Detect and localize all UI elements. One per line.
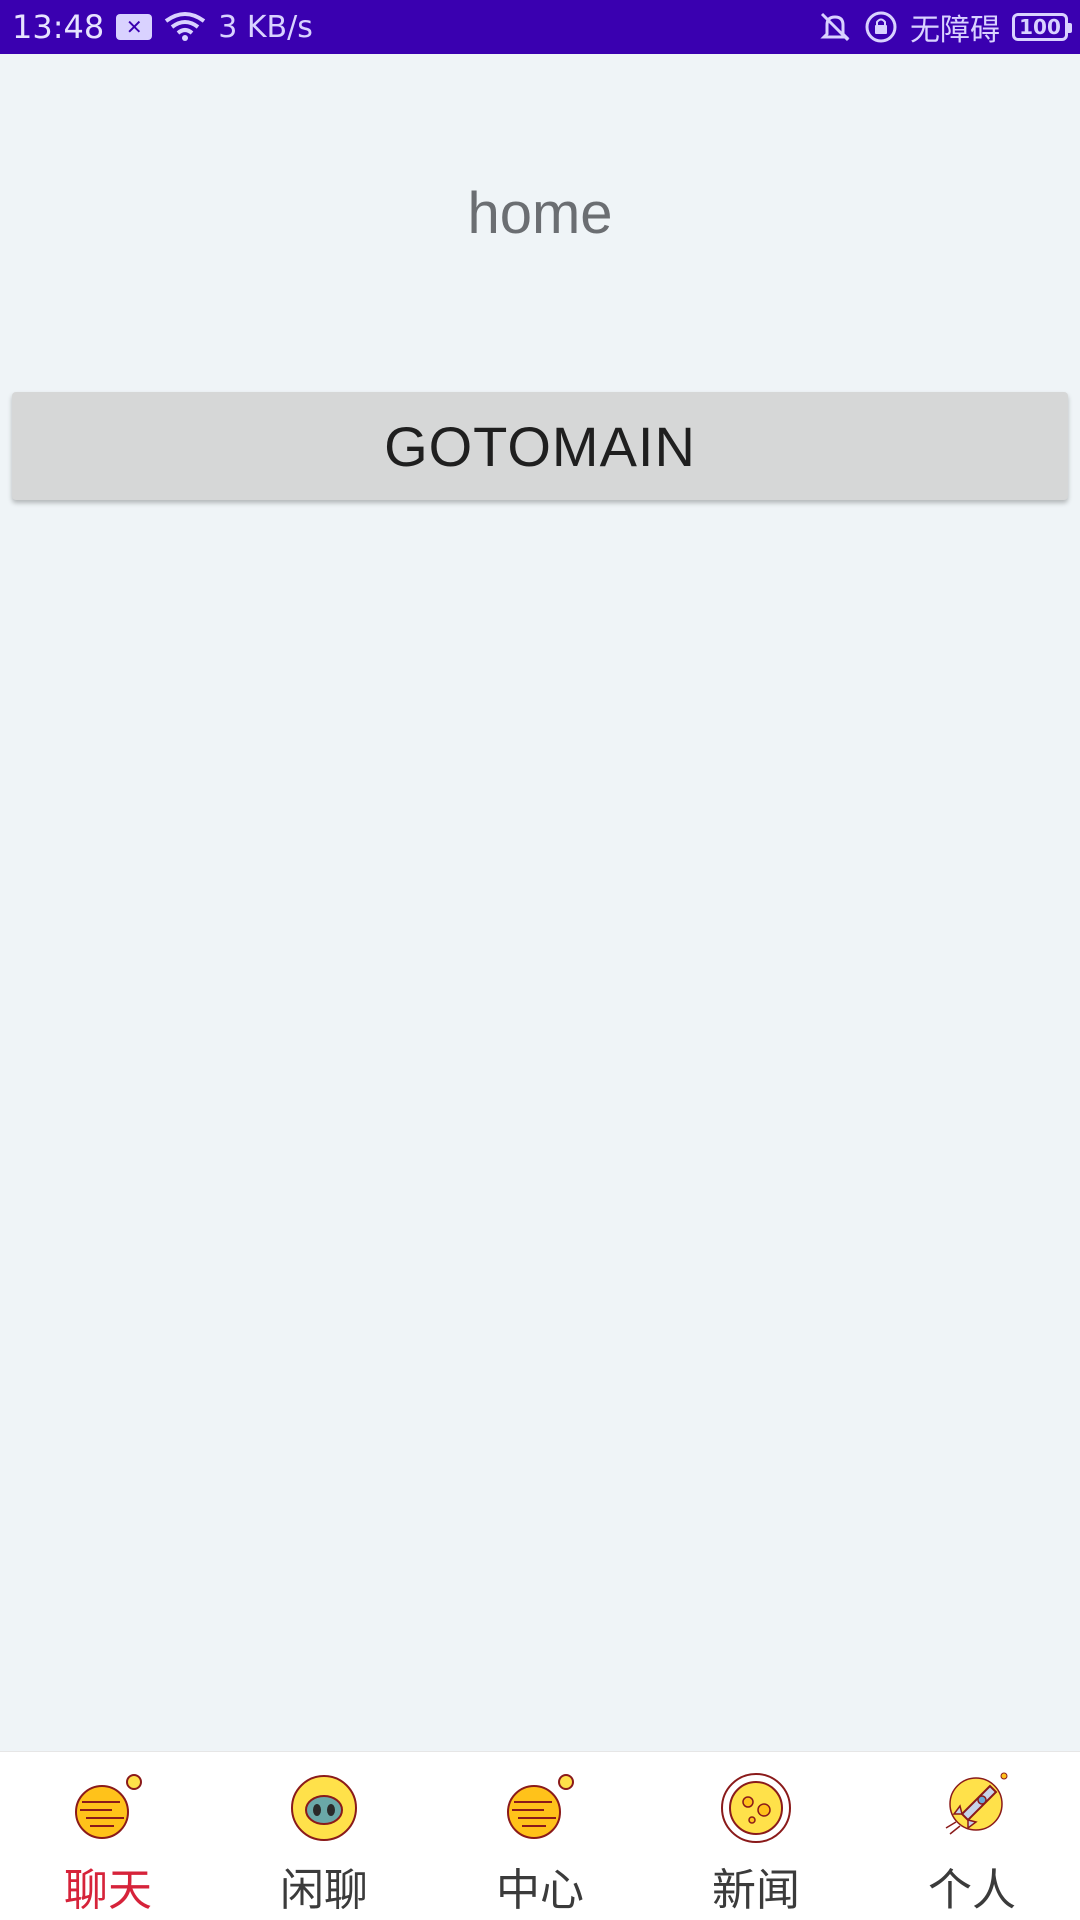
rocket-icon <box>945 1772 1008 1835</box>
alien-icon <box>291 1775 357 1841</box>
page-title: home <box>467 181 613 246</box>
status-bar-right: 无障碍 100 <box>818 5 1072 49</box>
notification-icon: ✕ <box>116 14 153 40</box>
status-bar: 13:48 ✕ 3 KB/s 无障碍 100 <box>0 0 1080 54</box>
nav-label: 个人 <box>928 1865 1016 1916</box>
bottom-nav: 聊天 闲聊 中心 新闻 个人 <box>0 1751 1080 1920</box>
nav-item-casual-chat[interactable]: 闲聊 <box>216 1752 432 1920</box>
status-time: 13:48 <box>12 8 105 46</box>
status-bar-left: 13:48 ✕ 3 KB/s <box>12 8 313 46</box>
bell-off-icon <box>820 12 850 42</box>
nav-item-news[interactable]: 新闻 <box>648 1752 864 1920</box>
nav-label: 新闻 <box>712 1865 800 1916</box>
nav-label: 闲聊 <box>280 1865 368 1916</box>
nav-item-center[interactable]: 中心 <box>432 1752 648 1920</box>
moon-icon <box>721 1773 791 1843</box>
rotation-lock-icon <box>865 11 897 43</box>
battery-icon: 100 <box>1012 13 1072 41</box>
nav-item-chat[interactable]: 聊天 <box>0 1752 216 1920</box>
nav-item-profile[interactable]: 个人 <box>864 1752 1080 1920</box>
nav-label: 中心 <box>496 1865 584 1916</box>
nav-label: 聊天 <box>64 1865 152 1916</box>
wifi-icon <box>165 12 206 41</box>
planet-icon <box>507 1774 574 1839</box>
accessibility-label: 无障碍 <box>910 13 1000 48</box>
network-speed: 3 KB/s <box>218 9 313 45</box>
planet-icon <box>75 1774 142 1839</box>
gotomain-button[interactable]: GOTOMAIN <box>12 392 1068 500</box>
